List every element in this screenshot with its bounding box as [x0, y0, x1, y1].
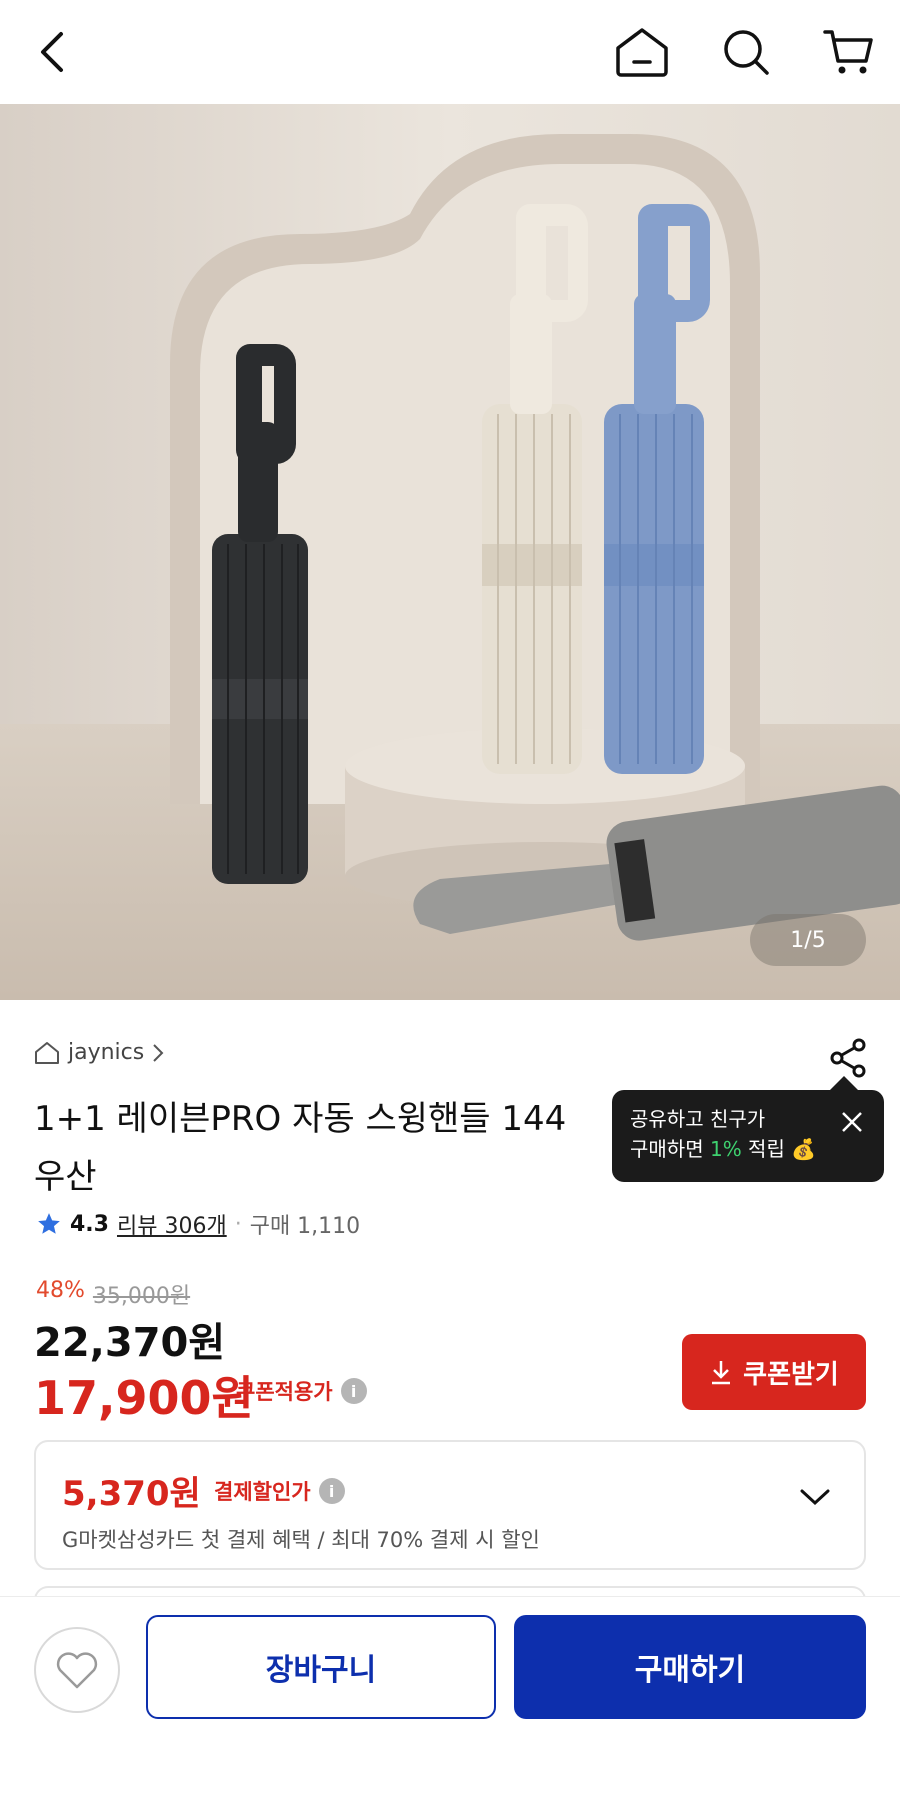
coupon-price-label-text: 쿠폰적용가	[236, 1380, 333, 1404]
tooltip-line2: 구매하면 1% 적립 💰	[630, 1134, 884, 1164]
original-price: 35,000원	[92, 1284, 191, 1309]
product-photo	[0, 104, 900, 1000]
home-button[interactable]	[610, 20, 674, 84]
buy-now-button[interactable]: 구매하기	[514, 1615, 866, 1719]
tooltip-reward-rate: 1%	[709, 1137, 742, 1161]
coupon-price-label: 쿠폰적용가 i	[236, 1376, 367, 1406]
chevron-down-icon[interactable]	[800, 1488, 830, 1506]
seller-link[interactable]: jaynics	[34, 1040, 164, 1065]
download-icon	[712, 1361, 731, 1385]
tooltip-line2-suffix: 적립 💰	[741, 1137, 817, 1161]
info-icon[interactable]: i	[340, 1378, 367, 1404]
cart-button[interactable]	[816, 20, 880, 84]
tooltip-line2-prefix: 구매하면	[630, 1137, 710, 1161]
purchase-count: 구매 1,110	[249, 1214, 361, 1239]
search-icon	[724, 30, 769, 75]
star-icon	[38, 1213, 60, 1234]
search-button[interactable]	[714, 20, 778, 84]
add-to-cart-button[interactable]: 장바구니	[146, 1615, 496, 1719]
payment-discount-card[interactable]: 5,370원 결제할인가 i G마켓삼성카드 첫 결제 혜택 / 최대 70% …	[34, 1440, 866, 1570]
get-coupon-button[interactable]: 쿠폰받기	[682, 1334, 866, 1410]
review-count-link[interactable]: 리뷰 306개	[117, 1208, 227, 1240]
payment-discount-description: G마켓삼성카드 첫 결제 혜택 / 최대 70% 결제 시 할인	[62, 1528, 540, 1552]
cart-icon	[823, 30, 873, 74]
share-icon	[830, 1038, 866, 1078]
top-navigation-bar	[0, 0, 900, 104]
back-button[interactable]	[20, 20, 84, 84]
get-coupon-label: 쿠폰받기	[743, 1359, 839, 1390]
rating-score: 4.3	[70, 1211, 109, 1237]
chevron-left-icon	[41, 32, 63, 72]
separator-dot: ·	[234, 1211, 242, 1237]
image-counter: 1/5	[750, 914, 866, 966]
close-icon[interactable]	[840, 1110, 864, 1134]
payment-discount-amount: 5,370원	[62, 1474, 201, 1514]
heart-icon	[56, 1652, 98, 1689]
home-icon	[616, 28, 668, 77]
bottom-action-bar: 장바구니 구매하기	[0, 1596, 900, 1808]
discount-percent: 48%	[36, 1278, 85, 1303]
seller-name: jaynics	[68, 1040, 145, 1065]
discount-row: 48% 35,000원	[36, 1278, 190, 1310]
payment-discount-label-text: 결제할인가	[214, 1480, 311, 1504]
sale-price: 22,370원	[34, 1320, 226, 1366]
coupon-price: 17,900원	[34, 1371, 254, 1425]
chevron-right-icon	[153, 1043, 164, 1062]
payment-discount-label: 결제할인가 i	[214, 1476, 345, 1506]
share-reward-tooltip: 공유하고 친구가 구매하면 1% 적립 💰	[612, 1076, 884, 1182]
wishlist-button[interactable]	[34, 1627, 120, 1713]
store-icon	[35, 1041, 59, 1064]
info-icon[interactable]: i	[318, 1478, 345, 1504]
rating-row: 4.3 리뷰 306개 · 구매 1,110	[36, 1208, 360, 1240]
product-image-carousel[interactable]: 1/5	[0, 104, 900, 1000]
